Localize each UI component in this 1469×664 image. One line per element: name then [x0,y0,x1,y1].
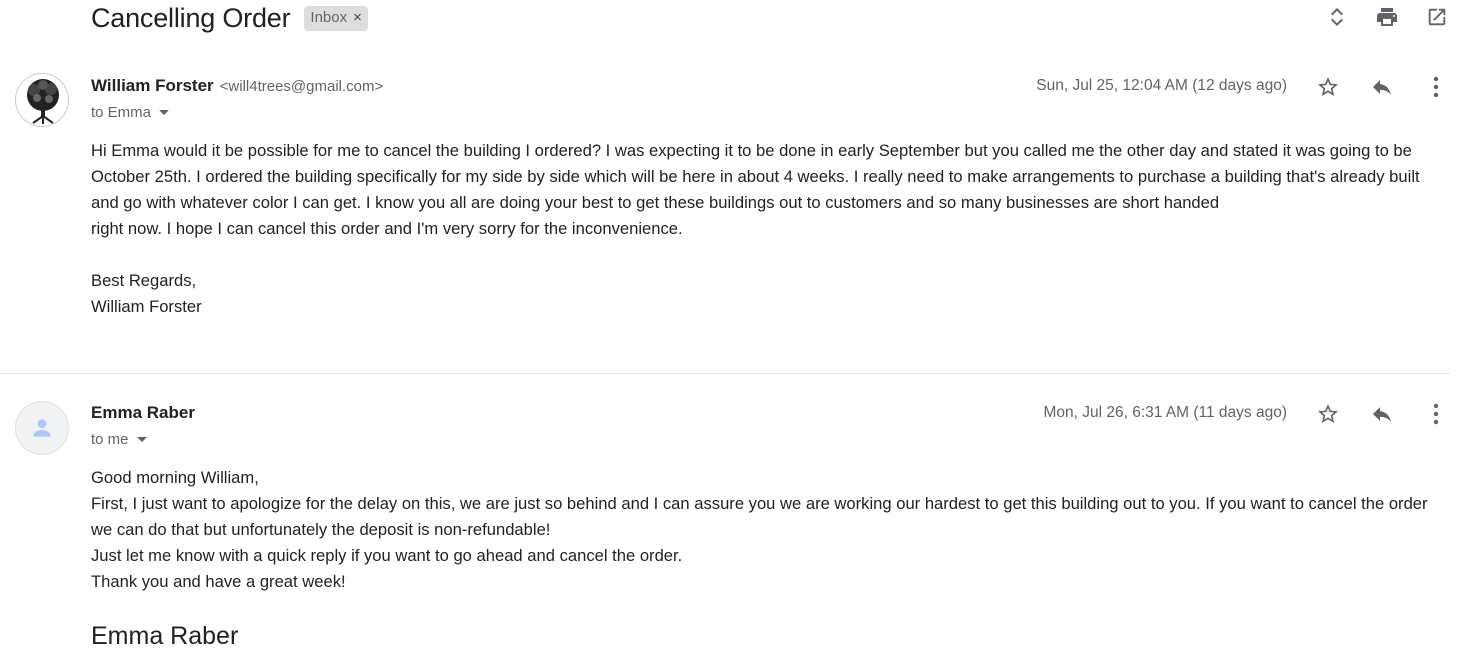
chevron-down-icon [159,110,170,115]
sender-email: <will4trees@gmail.com> [219,78,384,95]
recipient-details-toggle[interactable]: to Emma [91,104,170,121]
reply-icon[interactable] [1369,401,1395,427]
message-divider [0,373,1450,374]
tree-avatar-icon [27,79,59,124]
recipient-text: to Emma [91,104,152,121]
thread-header: Cancelling Order Inbox × [91,0,368,36]
message-date: Mon, Jul 26, 6:31 AM (11 days ago) [1043,404,1287,421]
message-body: Hi Emma would it be possible for me to c… [91,138,1449,320]
reply-icon[interactable] [1369,74,1395,100]
sender-name[interactable]: Emma Raber [91,403,195,423]
email-thread-view: Cancelling Order Inbox × William Forster… [0,0,1469,664]
remove-label-icon[interactable]: × [353,9,362,26]
body-paragraph: First, I just want to apologize for the … [91,494,1428,539]
label-text: Inbox [310,9,348,26]
thread-toolbar [1325,4,1449,30]
recipient-text: to me [91,431,129,448]
print-icon[interactable] [1375,4,1399,30]
body-paragraph: Good morning William, [91,468,259,487]
message-actions [1315,401,1449,427]
message-date: Sun, Jul 25, 12:04 AM (12 days ago) [1036,77,1287,94]
sender-avatar[interactable] [15,73,69,127]
chevron-down-icon [136,437,147,442]
open-in-new-window-icon[interactable] [1425,4,1449,30]
more-options-icon[interactable] [1423,74,1449,100]
body-paragraph: Hi Emma would it be possible for me to c… [91,141,1420,212]
star-icon[interactable] [1315,401,1341,427]
body-paragraph: right now. I hope I can cancel this orde… [91,219,683,238]
expand-collapse-icon[interactable] [1325,4,1349,30]
signature-line: William Forster [91,297,202,316]
body-paragraph: Just let me know with a quick reply if y… [91,546,683,565]
star-icon[interactable] [1315,74,1341,100]
recipient-details-toggle[interactable]: to me [91,431,147,448]
sender-line: William Forster <will4trees@gmail.com> [91,76,383,96]
thread-subject: Cancelling Order [91,2,291,33]
message-actions [1315,74,1449,100]
more-options-icon[interactable] [1423,401,1449,427]
signature-name: Emma Raber [91,622,239,650]
closing-line: Best Regards, [91,271,197,290]
message-body: Good morning William, First, I just want… [91,465,1449,595]
sender-line: Emma Raber [91,403,195,423]
body-paragraph: Thank you and have a great week! [91,572,346,591]
sender-name[interactable]: William Forster [91,76,214,96]
person-avatar-icon [33,419,51,437]
inbox-label-chip[interactable]: Inbox × [304,5,368,31]
sender-avatar[interactable] [15,401,69,455]
